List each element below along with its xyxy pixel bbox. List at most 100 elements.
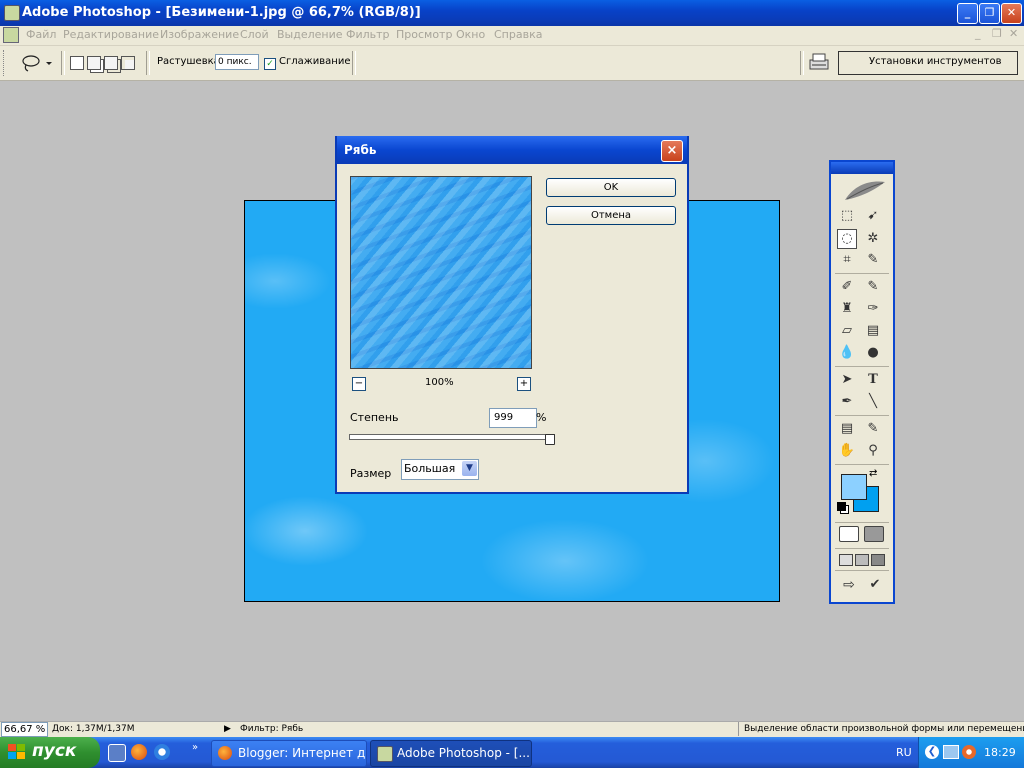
menu-view[interactable]: Просмотр [396,28,452,41]
doc-close-icon[interactable]: ✕ [1009,27,1018,40]
clock[interactable]: 18:29 [984,746,1016,759]
ok-button[interactable]: OK [546,178,676,197]
line-tool-icon[interactable]: ╲ [863,392,883,412]
start-button[interactable]: пуск [0,737,100,768]
photoshop-app-icon[interactable] [4,5,20,21]
eyedropper-tool-icon[interactable]: ✎ [863,419,883,439]
menu-file[interactable]: Файл [26,28,56,41]
brush-tool-icon[interactable]: ✎ [863,277,883,297]
dodge-tool-icon[interactable]: ● [863,343,883,363]
tools-palette-header[interactable] [831,162,893,174]
screen-mode-standard-icon[interactable] [839,554,853,566]
palette-well-icon[interactable] [808,52,830,72]
quick-mask-icon[interactable] [864,526,884,542]
gradient-tool-icon[interactable]: ▤ [863,321,883,341]
default-colors-icon[interactable] [837,502,846,511]
photoshop-icon [377,746,393,762]
magic-wand-icon[interactable]: ✲ [863,229,883,249]
tray-app-icon[interactable] [962,745,976,759]
close-button[interactable]: ✕ [1001,3,1022,24]
doc-minimize-icon[interactable]: _ [975,27,981,40]
task-photoshop[interactable]: Adobe Photoshop - [... [370,740,532,767]
dialog-title-bar[interactable]: Рябь × [337,136,687,164]
zoom-out-button[interactable]: − [352,377,366,391]
path-selection-icon[interactable]: ➤ [837,370,857,390]
type-tool-icon[interactable]: T [863,370,883,390]
imageready-icon[interactable]: ✔ [865,575,885,595]
language-indicator[interactable]: RU [896,746,912,759]
blur-tool-icon[interactable]: 💧 [837,343,857,363]
lasso-tool-icon[interactable]: ◌ [837,229,857,249]
foreground-color-swatch[interactable] [841,474,867,500]
doc-restore-icon[interactable]: ❐ [992,27,1002,40]
menu-select[interactable]: Выделение [277,28,343,41]
slice-tool-icon[interactable]: ✎ [863,250,883,270]
screen-mode-full-menu-icon[interactable] [855,554,869,566]
status-menu-arrow-icon[interactable]: ▶ [224,724,231,734]
menu-help[interactable]: Справка [494,28,542,41]
history-brush-icon[interactable]: ✑ [863,299,883,319]
menu-window[interactable]: Окно [456,28,485,41]
menu-layer[interactable]: Слой [240,28,269,41]
quicklaunch-expand-icon[interactable]: » [192,742,198,753]
marquee-tool-icon[interactable]: ⬚ [837,206,857,226]
zoom-level-field[interactable]: 66,67 % [1,722,48,737]
size-label: Размер [350,467,392,480]
eraser-tool-icon[interactable]: ▱ [837,321,857,341]
tools-palette: ⬚ ➹ ◌ ✲ ⌗ ✎ ✐ ✎ ♜ ✑ ▱ ▤ 💧 ● ➤ T ✒ ╲ ▤ ✎ … [829,160,895,604]
tool-presets-palette[interactable]: Установки инструментов [838,51,1018,75]
separator [61,51,65,75]
network-icon[interactable] [943,745,959,759]
maximize-button[interactable]: ❐ [979,3,1000,24]
size-select[interactable]: Большая ▼ [401,459,479,480]
tools-divider [835,415,889,416]
filter-preview[interactable] [350,176,532,369]
dialog-close-button[interactable]: × [661,140,683,162]
notes-tool-icon[interactable]: ▤ [837,419,857,439]
new-selection-icon[interactable] [70,56,84,70]
dialog-title: Рябь [344,143,377,157]
options-grip[interactable] [3,50,7,76]
screen-mode-full-icon[interactable] [871,554,885,566]
minimize-button[interactable]: _ [957,3,978,24]
menu-image[interactable]: Изображение [160,28,239,41]
tray-expand-icon[interactable]: ❮ [925,745,939,759]
menu-edit[interactable]: Редактирование [63,28,159,41]
add-to-selection-icon[interactable] [87,56,101,70]
feather-logo-icon[interactable] [841,176,887,204]
menu-filter[interactable]: Фильтр [346,28,390,41]
chevron-down-icon[interactable]: ▼ [462,461,477,476]
status-bar: 66,67 % Док: 1,37M/1,37M ▶ Фильтр: Рябь … [0,721,1024,737]
amount-input[interactable]: 999 [489,408,537,428]
subtract-selection-icon[interactable] [104,56,118,70]
show-desktop-icon[interactable] [108,744,126,762]
tools-divider [835,273,889,274]
pen-tool-icon[interactable]: ✒ [837,392,857,412]
zoom-in-button[interactable]: + [517,377,531,391]
lasso-tool-icon[interactable] [20,54,54,72]
preview-zoom-level: 100% [425,377,454,388]
antialias-checkbox[interactable]: ✓ Сглаживание [264,56,350,70]
cancel-button[interactable]: Отмена [546,206,676,225]
antialias-label: Сглаживание [279,56,351,67]
jump-to-imageready-icon[interactable]: ⇨ [839,575,859,595]
firefox-icon[interactable] [131,744,147,760]
browser-icon[interactable] [154,744,170,760]
move-tool-icon[interactable]: ➹ [863,206,883,226]
hand-tool-icon[interactable]: ✋ [837,441,857,461]
tools-divider [835,464,889,465]
task-blogger[interactable]: Blogger: Интернет д... [211,740,367,767]
zoom-tool-icon[interactable]: ⚲ [863,441,883,461]
crop-tool-icon[interactable]: ⌗ [837,250,857,270]
feather-input[interactable]: 0 пикс. [215,54,259,70]
tools-divider [835,548,889,549]
intersect-selection-icon[interactable] [121,56,135,70]
document-icon[interactable] [3,27,19,43]
amount-slider-track[interactable] [349,434,555,440]
amount-slider-thumb[interactable] [545,434,555,445]
clone-stamp-icon[interactable]: ♜ [837,299,857,319]
task-label: Adobe Photoshop - [... [397,746,530,760]
healing-brush-icon[interactable]: ✐ [837,277,857,297]
standard-mode-icon[interactable] [839,526,859,542]
swap-colors-icon[interactable]: ⇄ [869,468,877,479]
